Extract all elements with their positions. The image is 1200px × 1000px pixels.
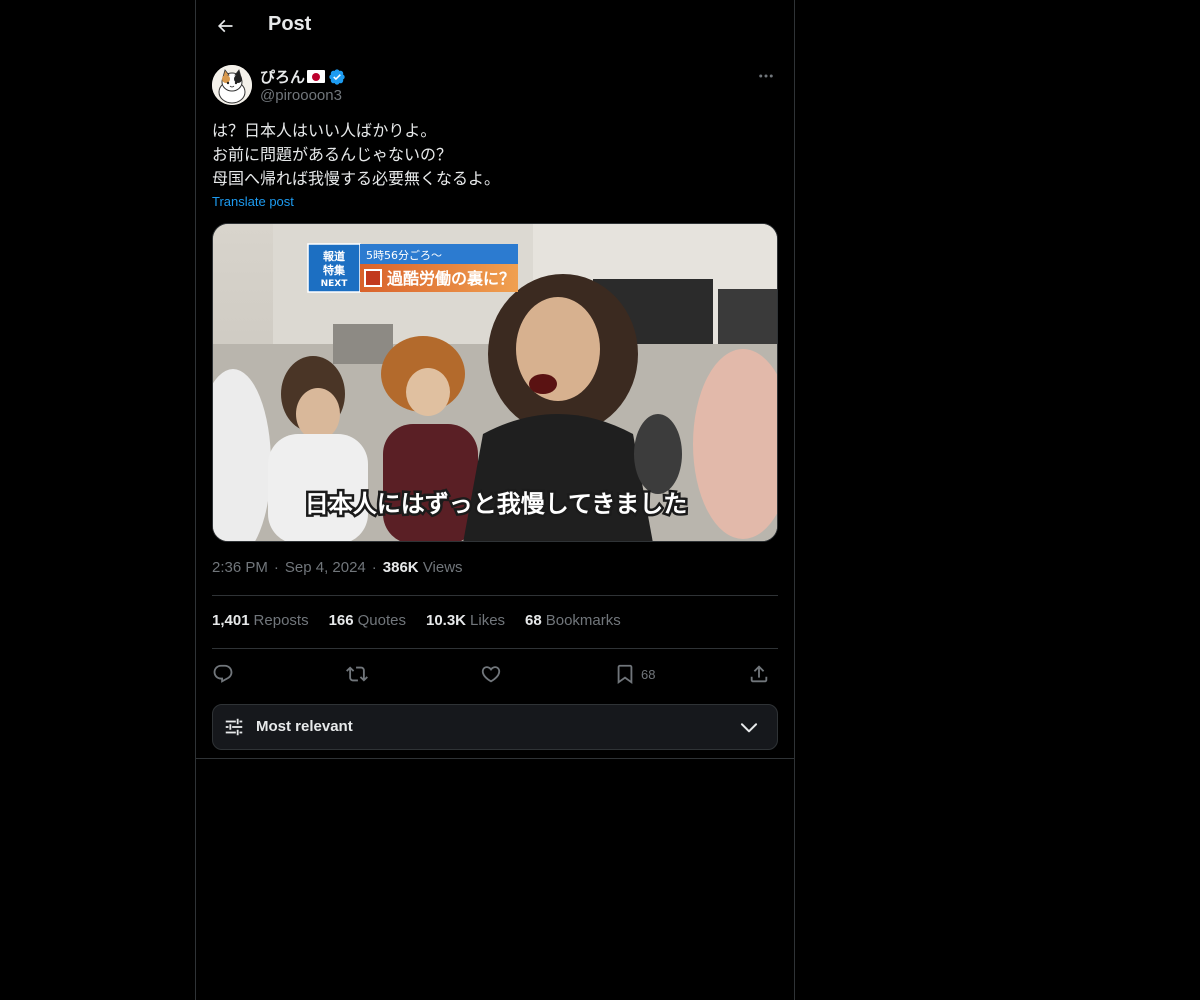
avatar[interactable] <box>212 65 252 105</box>
bookmarks-count: 68 <box>525 612 542 629</box>
share-icon <box>750 665 768 683</box>
reposts-stat[interactable]: 1,401 Reposts <box>212 612 309 629</box>
bookmarks-stat[interactable]: 68 Bookmarks <box>525 612 621 629</box>
bookmarks-label: Bookmarks <box>545 612 621 629</box>
reply-button[interactable] <box>212 658 234 690</box>
author-block: ぴろん @piroooon3 <box>212 64 778 108</box>
tweet-line: お前に問題があるんじゃないの？ <box>212 147 453 164</box>
post-stats: 1,401 Reposts 166 Quotes 10.3K Likes 68 Book… <box>212 612 621 629</box>
post-header: Post <box>196 0 794 53</box>
heart-icon <box>481 666 501 683</box>
page-title: Post <box>268 13 312 35</box>
tweet-line: は？日本人はいい人ばかりよ。 <box>212 123 437 140</box>
reposts-label: Reposts <box>253 612 309 629</box>
verified-badge-icon <box>328 68 346 86</box>
reposts-count: 1,401 <box>212 612 250 629</box>
share-button[interactable] <box>748 658 770 690</box>
tweet-text: は？日本人はいい人ばかりよ。 お前に問題があるんじゃないの？ 母国へ帰れば我慢す… <box>212 120 778 192</box>
banner-headline: 過酷労働の裏に？ <box>386 269 515 288</box>
post-time[interactable]: 2:36 PM <box>212 559 268 576</box>
bookmark-count: 68 <box>641 666 656 682</box>
more-horizontal-icon <box>759 74 773 78</box>
tweet-line: 母国へ帰れば我慢する必要無くなるよ。 <box>212 171 501 188</box>
repost-icon <box>346 666 368 682</box>
views-label: Views <box>422 559 463 576</box>
likes-label: Likes <box>470 612 506 629</box>
likes-stat[interactable]: 10.3K Likes <box>426 612 505 629</box>
video-caption: 日本人にはずっと我慢してきました <box>305 490 688 518</box>
media-image[interactable]: 報道 特集 NEXT 5時56分ごろ～ 過酷労働の裏に？ 日本人にはずっと我慢し… <box>212 223 778 542</box>
author-handle[interactable]: @piroooon3 <box>260 87 342 104</box>
japan-flag-icon <box>307 70 326 83</box>
chevron-down-icon <box>740 723 758 733</box>
back-button[interactable] <box>208 9 242 43</box>
banner-time: 5時56分ごろ～ <box>366 248 442 262</box>
sort-label: Most relevant <box>256 718 353 735</box>
post-column: Post ぴろん @piroooon3 は？日本人はいい人ばかりよ。 お前に問題… <box>195 0 795 1000</box>
sliders-icon <box>225 718 243 736</box>
arrow-left-icon <box>217 19 233 33</box>
translate-post-link[interactable]: Translate post <box>212 194 294 209</box>
more-button[interactable] <box>754 64 778 88</box>
quotes-stat[interactable]: 166 Quotes <box>329 612 406 629</box>
post-meta: 2:36 PM · Sep 4, 2024 · 386K Views <box>212 559 463 576</box>
section-divider <box>196 758 794 759</box>
views-count: 386K <box>382 559 419 576</box>
action-bar: 68 <box>212 658 778 690</box>
likes-count: 10.3K <box>425 612 467 629</box>
banner-logo-line1: 報道 <box>323 249 345 263</box>
divider <box>212 648 778 649</box>
banner-logo-line3: NEXT <box>321 279 349 289</box>
banner-logo-line2: 特集 <box>323 263 346 277</box>
repost-button[interactable] <box>346 658 368 690</box>
quotes-count: 166 <box>328 612 354 629</box>
author-name-row[interactable]: ぴろん <box>260 66 346 87</box>
reply-icon <box>213 664 233 683</box>
display-name: ぴろん <box>260 69 306 86</box>
post-date[interactable]: Sep 4, 2024 <box>285 559 366 576</box>
like-button[interactable] <box>480 658 502 690</box>
quotes-label: Quotes <box>357 612 406 629</box>
sort-replies-dropdown[interactable]: Most relevant <box>212 704 778 750</box>
bookmark-icon <box>617 664 633 685</box>
bookmark-button[interactable]: 68 <box>614 658 655 690</box>
divider <box>212 595 778 596</box>
